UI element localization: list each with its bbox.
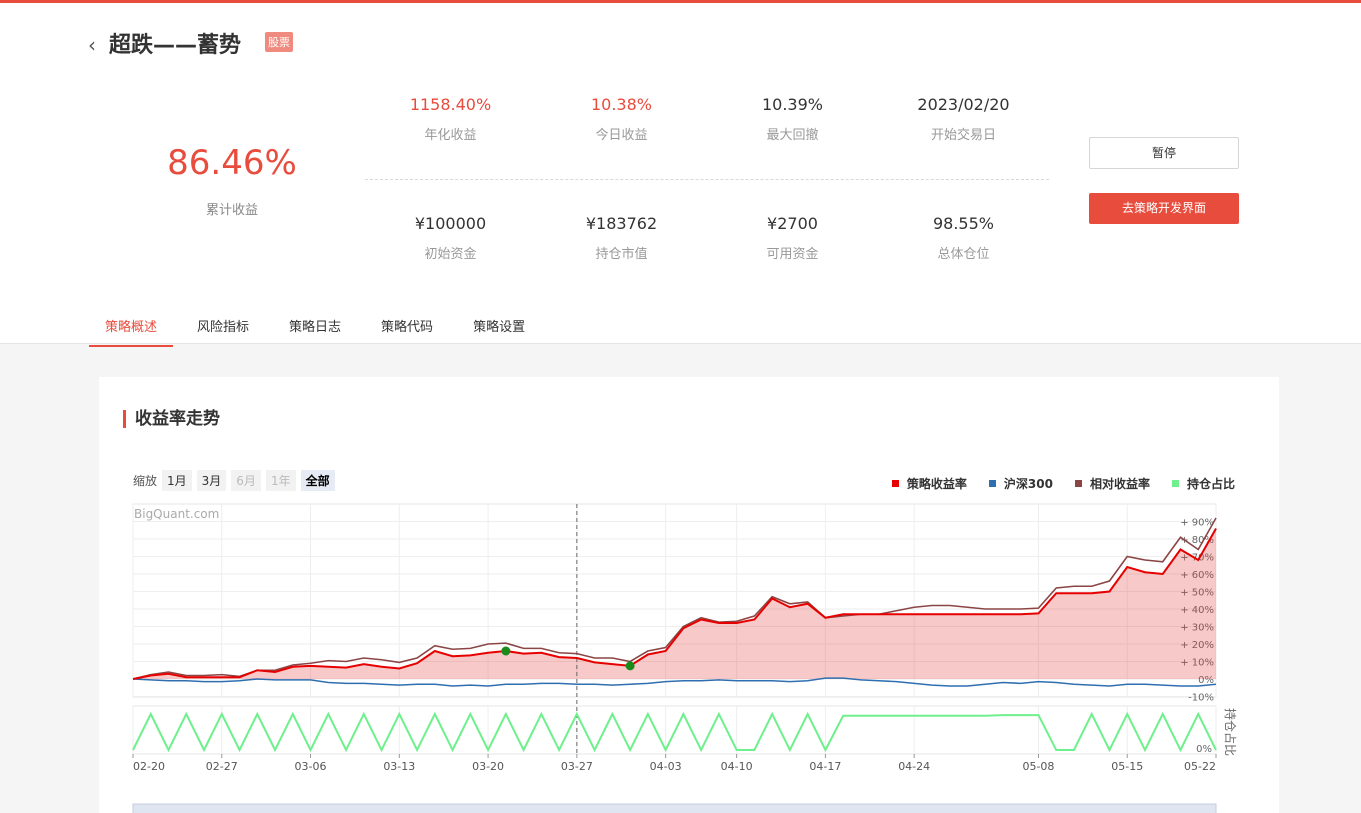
metric-label: 初始资金 bbox=[424, 247, 477, 262]
cumulative-return-value: 86.46% bbox=[167, 143, 297, 183]
metric-max-drawdown: 10.39% 最大回撤 bbox=[707, 95, 878, 143]
metric-initial-capital: ¥100000 初始资金 bbox=[365, 214, 536, 262]
metrics-divider bbox=[365, 179, 1049, 180]
returns-chart[interactable]: + 90%+ 80%+ 70%+ 60%+ 50%+ 40%+ 30%+ 20%… bbox=[99, 377, 1279, 813]
tab-risk-metrics[interactable]: 风险指标 bbox=[181, 314, 265, 347]
metric-available-cash: ¥2700 可用资金 bbox=[707, 214, 878, 262]
metric-value: 1158.40% bbox=[409, 95, 492, 114]
y-tick-label: -10% bbox=[1188, 693, 1214, 704]
metric-annual-return: 1158.40% 年化收益 bbox=[365, 95, 536, 143]
chevron-left-icon[interactable]: ‹ bbox=[88, 33, 96, 57]
metric-label: 今日收益 bbox=[595, 128, 648, 143]
x-tick-label: 03-27 bbox=[561, 760, 593, 773]
trade-marker bbox=[501, 646, 511, 656]
metric-label: 年化收益 bbox=[424, 128, 477, 143]
metric-label: 总体仓位 bbox=[937, 247, 990, 262]
metric-label: 持仓市值 bbox=[595, 247, 648, 262]
metric-value: ¥2700 bbox=[767, 214, 818, 233]
navigator-strip bbox=[132, 803, 1217, 813]
metric-label: 开始交易日 bbox=[930, 128, 996, 143]
tab-strategy-log[interactable]: 策略日志 bbox=[273, 314, 357, 347]
page-title: 超跌——蓄势 bbox=[109, 33, 242, 58]
metric-today-return: 10.38% 今日收益 bbox=[536, 95, 707, 143]
x-tick-label: 02-27 bbox=[206, 760, 238, 773]
returns-chart-card: 收益率走势 缩放 1月 3月 6月 1年 全部 策略收益率 沪深300 相对收益… bbox=[99, 377, 1279, 813]
x-tick-label: 04-17 bbox=[809, 760, 841, 773]
tab-overview[interactable]: 策略概述 bbox=[89, 314, 174, 347]
y2-tick-label: 0% bbox=[1196, 744, 1212, 755]
metric-value: ¥183762 bbox=[585, 214, 658, 233]
tab-strategy-settings[interactable]: 策略设置 bbox=[457, 314, 541, 347]
x-tick-label: 03-20 bbox=[472, 760, 504, 773]
x-tick-label: 05-15 bbox=[1111, 760, 1143, 773]
y2-axis-label: 持仓占比 bbox=[1223, 708, 1238, 756]
tab-bar: 策略概述 风险指标 策略日志 策略代码 策略设置 bbox=[89, 314, 549, 347]
y-tick-label: + 90% bbox=[1180, 518, 1214, 529]
pause-button[interactable]: 暂停 bbox=[1089, 137, 1239, 169]
metric-label: 可用资金 bbox=[766, 247, 819, 262]
x-tick-label: 03-06 bbox=[295, 760, 327, 773]
cumulative-return-label: 累计收益 bbox=[205, 203, 258, 218]
stock-badge: 股票 bbox=[265, 32, 293, 52]
x-tick-label: 03-13 bbox=[383, 760, 415, 773]
metric-value: 2023/02/20 bbox=[917, 95, 1010, 114]
go-to-dev-button[interactable]: 去策略开发界面 bbox=[1089, 193, 1239, 224]
metric-value: 10.38% bbox=[590, 95, 652, 114]
metric-position-value: ¥183762 持仓市值 bbox=[536, 214, 707, 262]
watermark: BigQuant.com bbox=[134, 507, 219, 521]
tab-strategy-code[interactable]: 策略代码 bbox=[365, 314, 449, 347]
x-tick-label: 04-24 bbox=[898, 760, 930, 773]
x-tick-label: 02-20 bbox=[133, 760, 165, 773]
x-tick-label: 05-22 bbox=[1184, 760, 1216, 773]
x-tick-label: 05-08 bbox=[1022, 760, 1054, 773]
x-tick-label: 04-10 bbox=[721, 760, 753, 773]
metric-value: 98.55% bbox=[932, 214, 994, 233]
trade-marker bbox=[625, 661, 635, 671]
x-tick-label: 04-03 bbox=[650, 760, 682, 773]
metric-start-date: 2023/02/20 开始交易日 bbox=[878, 95, 1049, 143]
strategy-header: ‹ 超跌——蓄势 股票 86.46% 累计收益 1158.40% 年化收益 10… bbox=[0, 3, 1361, 347]
metric-value: 10.39% bbox=[761, 95, 823, 114]
metric-total-position: 98.55% 总体仓位 bbox=[878, 214, 1049, 262]
metric-label: 最大回撤 bbox=[766, 128, 819, 143]
metric-value: ¥100000 bbox=[414, 214, 487, 233]
